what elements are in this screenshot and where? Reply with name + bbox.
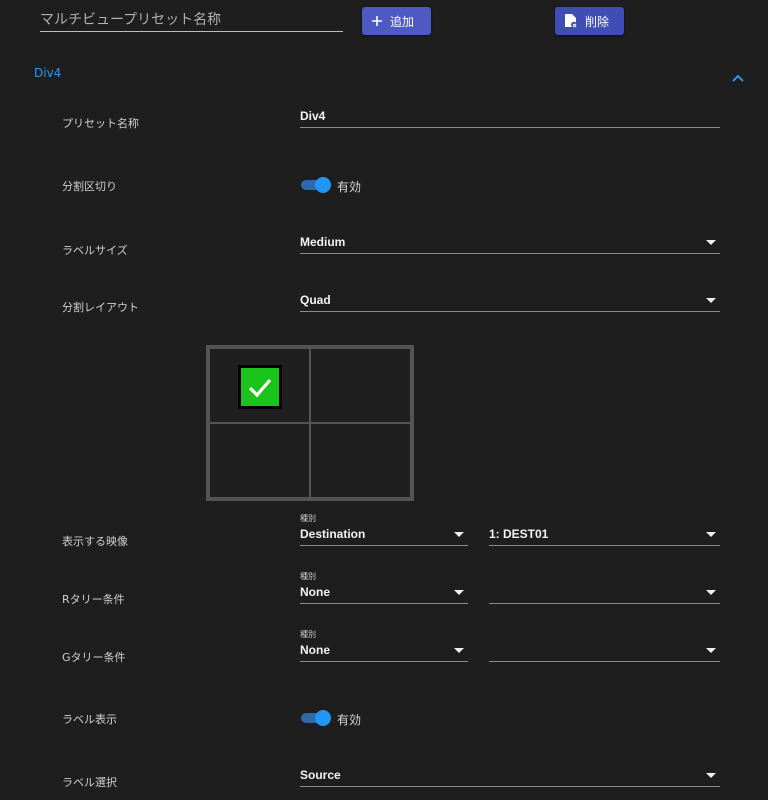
divider-state: 有効 [337, 180, 362, 194]
delete-button[interactable]: 削除 [555, 7, 624, 35]
delete-button-label: 削除 [585, 14, 610, 29]
label-size-label: ラベルサイズ [62, 244, 128, 257]
grid-cell-4[interactable] [310, 423, 411, 498]
add-button-label: 追加 [390, 14, 415, 29]
selected-check [238, 365, 282, 409]
r-tally-type-select[interactable]: None [300, 584, 468, 604]
video-target-select[interactable]: 1: DEST01 [489, 526, 720, 546]
layout-label: 分割レイアウト [62, 301, 139, 314]
grid-cell-3[interactable] [209, 423, 310, 498]
label-size-value: Medium [300, 235, 346, 249]
layout-value: Quad [300, 293, 331, 307]
preset-name-placeholder: マルチビュープリセット名称 [40, 12, 222, 28]
add-button[interactable]: 追加 [362, 7, 431, 35]
divider-label: 分割区切り [62, 180, 117, 193]
dropdown-arrow-icon [706, 532, 716, 537]
dropdown-arrow-icon [454, 648, 464, 653]
label-display-label: ラベル表示 [62, 713, 117, 726]
layout-grid [206, 345, 414, 501]
g-tally-type-caption: 種別 [300, 630, 316, 639]
preset-name-value: Div4 [300, 109, 326, 123]
g-tally-target-select[interactable] [489, 642, 720, 662]
label-display-state: 有効 [337, 713, 362, 727]
video-target-value: 1: DEST01 [489, 527, 549, 541]
r-tally-target-select[interactable] [489, 584, 720, 604]
panel-title[interactable]: Div4 [34, 66, 61, 80]
toggle-knob [315, 710, 331, 726]
plus-icon [372, 16, 382, 26]
file-remove-icon [565, 14, 577, 28]
r-tally-type-value: None [300, 585, 330, 599]
video-type-select[interactable]: Destination [300, 526, 468, 546]
preset-name-field[interactable]: Div4 [300, 108, 720, 128]
dropdown-arrow-icon [706, 773, 716, 778]
toggle-knob [315, 177, 331, 193]
label-size-select[interactable]: Medium [300, 234, 720, 254]
r-tally-type-caption: 種別 [300, 572, 316, 581]
dropdown-arrow-icon [706, 648, 716, 653]
dropdown-arrow-icon [454, 532, 464, 537]
dropdown-arrow-icon [706, 298, 716, 303]
dropdown-arrow-icon [706, 590, 716, 595]
layout-select[interactable]: Quad [300, 292, 720, 312]
video-type-value: Destination [300, 527, 366, 541]
r-tally-label: Rタリー条件 [62, 593, 125, 606]
preset-name-input[interactable]: マルチビュープリセット名称 [40, 6, 343, 32]
label-select-value: Source [300, 768, 341, 782]
g-tally-type-select[interactable]: None [300, 642, 468, 662]
divider-toggle[interactable] [301, 177, 331, 193]
chevron-up-icon[interactable] [731, 68, 747, 82]
label-select-label: ラベル選択 [62, 776, 117, 789]
video-type-caption: 種別 [300, 514, 316, 523]
label-display-toggle[interactable] [301, 710, 331, 726]
preset-name-label: プリセット名称 [62, 117, 139, 130]
g-tally-label: Gタリー条件 [62, 651, 126, 664]
checkmark-icon [248, 378, 272, 398]
label-select-select[interactable]: Source [300, 767, 720, 787]
video-label: 表示する映像 [62, 535, 128, 548]
dropdown-arrow-icon [454, 590, 464, 595]
dropdown-arrow-icon [706, 240, 716, 245]
g-tally-type-value: None [300, 643, 330, 657]
grid-cell-1[interactable] [209, 348, 310, 423]
grid-cell-2[interactable] [310, 348, 411, 423]
